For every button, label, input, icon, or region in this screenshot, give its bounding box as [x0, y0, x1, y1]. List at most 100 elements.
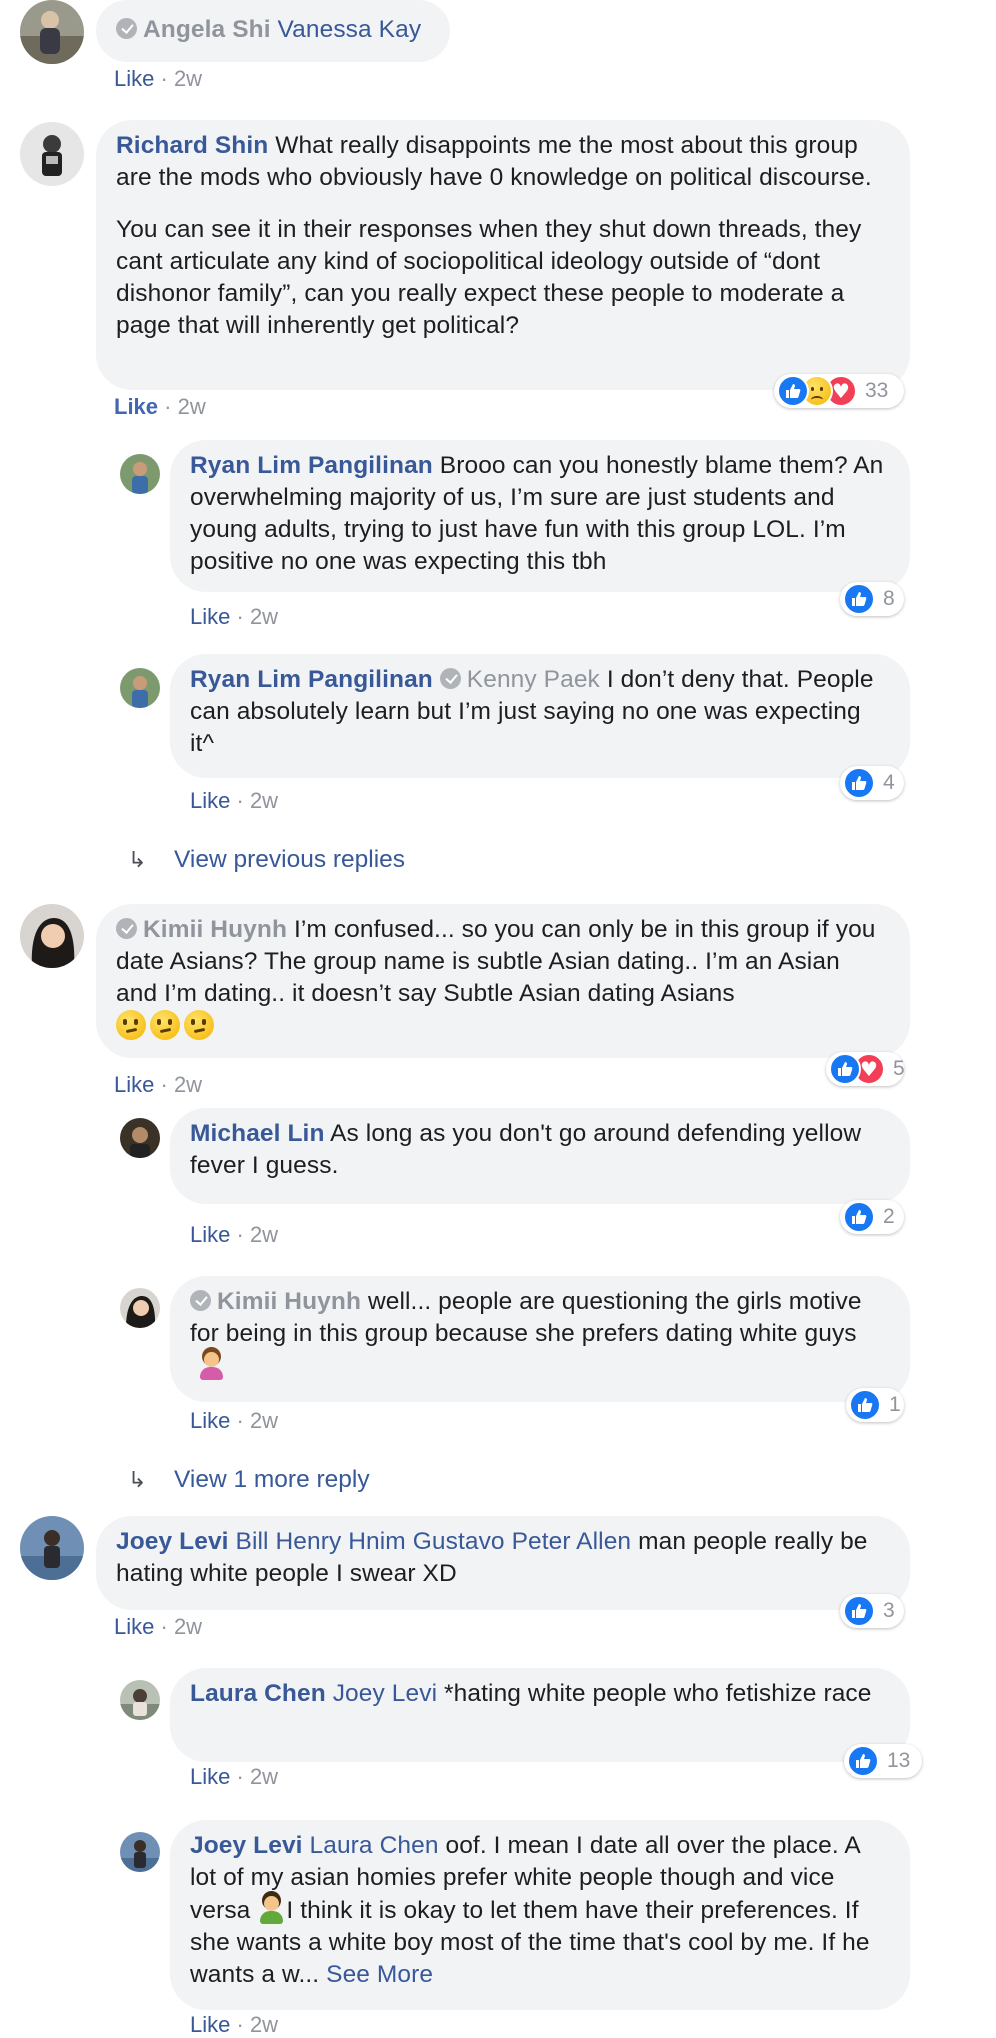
avatar[interactable] [120, 1680, 160, 1720]
view-previous-replies-link[interactable]: ↳ View previous replies [128, 846, 405, 874]
avatar[interactable] [20, 904, 84, 968]
reaction-summary[interactable]: 1 [846, 1388, 904, 1422]
comment-meta: Like · 2w [190, 2012, 279, 2037]
reaction-count: 1 [889, 1393, 901, 1416]
avatar[interactable] [20, 122, 84, 186]
reaction-count: 3 [883, 1599, 895, 1622]
reaction-count: 5 [893, 1057, 905, 1080]
verified-icon [190, 1290, 211, 1311]
verified-icon [439, 668, 461, 689]
thinking-face-icon [184, 1010, 214, 1040]
like-button[interactable]: Like [190, 1408, 230, 1433]
reaction-summary[interactable]: 3 [840, 1594, 904, 1628]
reaction-summary[interactable]: 5 [826, 1052, 905, 1086]
avatar[interactable] [20, 0, 84, 64]
reaction-summary[interactable]: 4 [840, 766, 904, 800]
comment-author[interactable]: Ryan Lim Pangilinan [190, 452, 433, 479]
reply-arrow-icon: ↳ [128, 848, 147, 873]
like-reaction-icon [829, 1053, 861, 1085]
avatar[interactable] [120, 454, 160, 494]
woman-shrugging-icon [196, 1350, 226, 1380]
timestamp[interactable]: 2w [174, 1072, 202, 1097]
tagged-user[interactable]: Joey Levi [333, 1680, 437, 1707]
like-reaction-icon [843, 767, 875, 799]
comment-meta: Like · 2w [114, 394, 206, 419]
comment-meta: Like · 2w [114, 1614, 203, 1639]
reaction-count: 2 [883, 1205, 895, 1228]
reaction-summary[interactable]: 2 [840, 1200, 904, 1234]
comment-author[interactable]: Richard Shin [116, 132, 268, 159]
tagged-user[interactable]: Kenny Paek [467, 666, 600, 693]
comment-meta: Like · 2w [114, 1072, 203, 1097]
comment-author[interactable]: Joey Levi [190, 1832, 303, 1859]
tagged-user[interactable]: Bill Henry Hnim Gustavo Peter Allen [236, 1528, 632, 1555]
comment-meta: Like · 2w [114, 66, 203, 91]
comment-meta: Like · 2w [190, 604, 279, 629]
reaction-count: 8 [883, 587, 895, 610]
reaction-count: 4 [883, 771, 895, 794]
comment-text: I think it is okay to let them have thei… [190, 1897, 870, 1988]
avatar[interactable] [120, 1288, 160, 1328]
like-button[interactable]: Like [190, 2012, 230, 2037]
like-button[interactable]: Like [114, 1614, 154, 1639]
tagged-user[interactable]: Vanessa Kay [278, 16, 422, 43]
comment-author[interactable]: Michael Lin [190, 1120, 325, 1147]
timestamp[interactable]: 2w [178, 394, 206, 419]
avatar[interactable] [120, 668, 160, 708]
reaction-summary[interactable]: 33 [774, 374, 904, 408]
comment-author[interactable]: Joey Levi [116, 1528, 229, 1555]
verified-icon [116, 918, 137, 939]
like-button[interactable]: Like [190, 604, 230, 629]
timestamp[interactable]: 2w [174, 66, 202, 91]
comment-author[interactable]: Kimii Huynh [143, 916, 287, 943]
comment-bubble: Joey Levi Laura Chen oof. I mean I date … [170, 1820, 910, 2010]
comment-author[interactable]: Kimii Huynh [217, 1288, 361, 1315]
like-reaction-icon [843, 583, 875, 615]
like-reaction-icon [843, 1595, 875, 1627]
thinking-face-icon [116, 1010, 146, 1040]
comment-bubble: Joey Levi Bill Henry Hnim Gustavo Peter … [96, 1516, 910, 1610]
comment-bubble: Richard Shin What really disappoints me … [96, 120, 910, 390]
comment-author[interactable]: Ryan Lim Pangilinan [190, 666, 433, 693]
timestamp[interactable]: 2w [250, 1764, 278, 1789]
avatar[interactable] [20, 1516, 84, 1580]
comment-bubble: Laura Chen Joey Levi *hating white peopl… [170, 1668, 910, 1762]
like-reaction-icon [847, 1745, 879, 1777]
comment-meta: Like · 2w [190, 1408, 279, 1433]
timestamp[interactable]: 2w [250, 1408, 278, 1433]
comment-bubble: Kimii Huynh I’m confused... so you can o… [96, 904, 910, 1058]
comment-author[interactable]: Laura Chen [190, 1680, 326, 1707]
like-button[interactable]: Like [190, 1764, 230, 1789]
see-more-link[interactable]: See More [326, 1961, 433, 1988]
timestamp[interactable]: 2w [174, 1614, 202, 1639]
timestamp[interactable]: 2w [250, 788, 278, 813]
comment-meta: Like · 2w [190, 1222, 279, 1247]
timestamp[interactable]: 2w [250, 2012, 278, 2037]
reaction-summary[interactable]: 8 [840, 582, 904, 616]
comment-bubble: Angela Shi Vanessa Kay [96, 0, 450, 62]
like-button[interactable]: Like [190, 788, 230, 813]
tagged-user[interactable]: Laura Chen [310, 1832, 439, 1859]
reaction-count: 13 [887, 1749, 911, 1772]
avatar[interactable] [120, 1118, 160, 1158]
reply-arrow-icon: ↳ [128, 1468, 147, 1493]
timestamp[interactable]: 2w [250, 604, 278, 629]
timestamp[interactable]: 2w [250, 1222, 278, 1247]
comment-bubble: Michael Lin As long as you don't go arou… [170, 1108, 910, 1204]
like-reaction-icon [843, 1201, 875, 1233]
reaction-summary[interactable]: 13 [844, 1744, 922, 1778]
like-button[interactable]: Like [114, 66, 154, 91]
person-shrugging-icon [256, 1894, 286, 1924]
reaction-count: 33 [865, 379, 889, 402]
comment-text: You can see it in their responses when t… [116, 216, 862, 339]
comment-text: *hating white people who fetishize race [444, 1680, 872, 1707]
like-reaction-icon [849, 1389, 881, 1421]
comment-author[interactable]: Angela Shi [143, 16, 271, 43]
comment-meta: Like · 2w [190, 788, 279, 813]
view-more-replies-link[interactable]: ↳ View 1 more reply [128, 1466, 370, 1494]
avatar[interactable] [120, 1832, 160, 1872]
like-button[interactable]: Like [114, 1072, 154, 1097]
like-button[interactable]: Like [190, 1222, 230, 1247]
like-button[interactable]: Like [114, 394, 158, 419]
comment-bubble: Ryan Lim Pangilinan Kenny Paek I don’t d… [170, 654, 910, 778]
